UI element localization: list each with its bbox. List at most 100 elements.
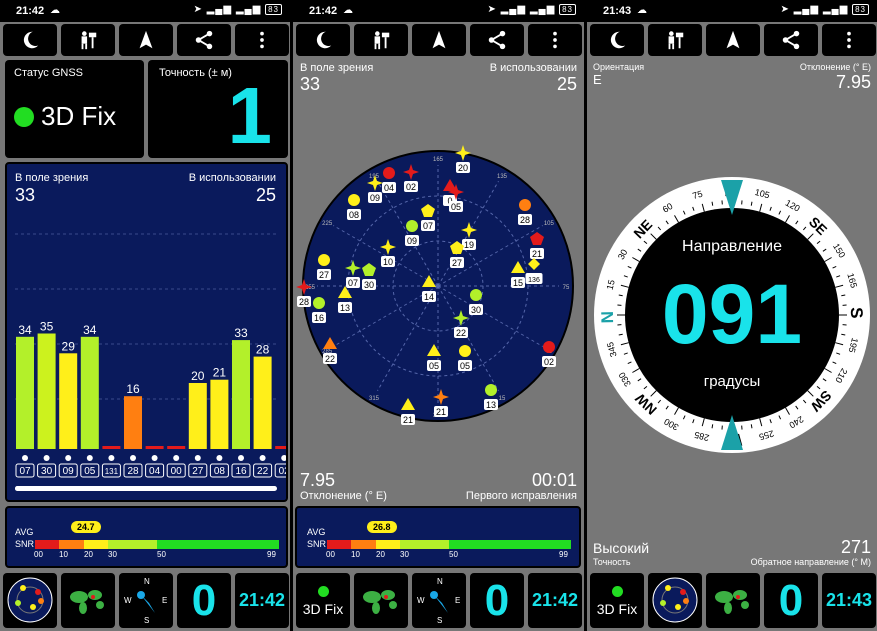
svg-text:N: N: [144, 577, 150, 586]
ttff-value: 00:01: [531, 470, 577, 490]
satellite-marker: [238, 455, 244, 461]
map-button[interactable]: [354, 573, 408, 628]
share-button[interactable]: [470, 24, 524, 56]
navigation-button[interactable]: [412, 24, 466, 56]
satellite-label: 13: [340, 303, 350, 313]
accuracy-label: Точность (± м): [159, 67, 232, 79]
fix-indicator-icon: [318, 586, 329, 597]
sky-view-button[interactable]: [3, 573, 57, 628]
signal-bar: [59, 353, 78, 449]
satellite-label: 07: [423, 221, 433, 231]
signal-bar-label: 28: [256, 343, 270, 357]
navigation-button[interactable]: [706, 24, 760, 56]
avg-snr-value: 24.7: [71, 521, 101, 533]
compass-mini-button[interactable]: N W E S: [412, 573, 466, 628]
toolbar: [293, 22, 584, 58]
share-button[interactable]: [764, 24, 818, 56]
share-icon: [195, 30, 213, 50]
share-button[interactable]: [177, 24, 231, 56]
status-time: 21:42: [16, 5, 45, 17]
map-button[interactable]: [61, 573, 115, 628]
satellite-marker: [108, 455, 115, 461]
gnss-status-label: Статус GNSS: [14, 67, 84, 79]
svg-text:E: E: [162, 596, 167, 605]
clock-button[interactable]: 21:42: [235, 573, 289, 628]
night-mode-button[interactable]: [590, 24, 644, 56]
location-info-button[interactable]: [354, 24, 408, 56]
toolbar: [587, 22, 877, 58]
satellite-label: 16: [314, 313, 324, 323]
satellite-marker: [281, 455, 286, 461]
avg-snr-value: 26.8: [367, 521, 397, 533]
night-mode-button[interactable]: [3, 24, 57, 56]
signal-bars-card: В поле зрения 33 В использовании 25 34 07…: [5, 162, 288, 502]
fix-status-button[interactable]: 3D Fix: [590, 573, 644, 628]
avg-label: AVG: [15, 527, 34, 537]
snr-tick: 50: [157, 550, 166, 559]
satellite-id: 22: [257, 466, 269, 477]
location-info-button[interactable]: [648, 24, 702, 56]
status-icons: ➤ ▂▄▆ ▂▄▆ 83: [487, 4, 576, 15]
gnss-status-card: Статус GNSS 3D Fix: [5, 60, 144, 158]
compass-tick: [750, 201, 753, 206]
satellites-count-button[interactable]: 0: [764, 573, 818, 628]
clock-button[interactable]: 21:43: [822, 573, 876, 628]
status-time: 21:43: [603, 5, 632, 17]
satellite-id: 08: [214, 466, 226, 477]
more-vertical-icon: [553, 31, 557, 49]
compass-mini-button[interactable]: N W E S: [119, 573, 173, 628]
accuracy-card: Точность (± м) 1: [148, 60, 288, 158]
satellite-id: 28: [127, 466, 139, 477]
clock-time: 21:42: [531, 590, 579, 610]
satellite-id: 02: [279, 466, 286, 477]
snr-tick: 20: [376, 550, 385, 559]
ttff-label: Первого исправления: [465, 490, 577, 502]
gnss-status-screen: 21:42 ☁ ➤ ▂▄▆ ▂▄▆ 83 Статус GNSS 3D Fix …: [0, 0, 290, 631]
toolbar: [0, 22, 290, 58]
compass-accuracy-value: Высокий: [593, 540, 650, 556]
satellite-marker: [151, 455, 158, 461]
sky-view-button[interactable]: [648, 573, 702, 628]
cloud-icon: ☁: [343, 5, 353, 16]
satellite-dot: [348, 194, 360, 206]
azimuth-tick-label: 165: [433, 157, 444, 163]
world-map-icon: [715, 590, 749, 614]
satellite-id: 00: [171, 466, 183, 477]
satellite-id: 30: [41, 466, 53, 477]
navigation-button[interactable]: [119, 24, 173, 56]
status-icons: ➤ ▂▄▆ ▂▄▆ 83: [780, 4, 869, 15]
clock-button[interactable]: 21:42: [528, 573, 582, 628]
navigation-arrow-icon: [432, 30, 446, 49]
compass-needle-icon: N W E S: [417, 577, 460, 625]
night-mode-button[interactable]: [296, 24, 350, 56]
orientation-value: E: [593, 72, 602, 87]
satellite-label: 19: [464, 240, 474, 250]
satellite-dot: [313, 297, 325, 309]
satellite-marker: [194, 455, 201, 461]
satellite-label: 07: [348, 278, 358, 288]
more-menu-button[interactable]: [235, 24, 289, 56]
snr-tick: 20: [84, 550, 93, 559]
satellites-count-button[interactable]: 0: [177, 573, 231, 628]
satellites-count-button[interactable]: 0: [470, 573, 524, 628]
person-sign-icon: [81, 31, 97, 50]
satellite-label: 02: [406, 182, 416, 192]
sky-plot[interactable]: 1351057545153453152852552251951652004020…: [293, 140, 584, 440]
satellite-label: 30: [471, 305, 481, 315]
satellite-label: 27: [319, 270, 329, 280]
satellite-marker: [216, 455, 223, 461]
map-button[interactable]: [706, 573, 760, 628]
declination-label: Отклонение (° E): [300, 490, 387, 502]
satellite-label: 05: [451, 202, 461, 212]
scroll-track[interactable]: [15, 486, 277, 491]
signal-bar-label: 29: [62, 339, 76, 353]
location-info-button[interactable]: [61, 24, 115, 56]
person-sign-icon: [668, 31, 684, 50]
fix-status-button[interactable]: 3D Fix: [296, 573, 350, 628]
more-menu-button[interactable]: [822, 24, 876, 56]
signal-bar: [145, 446, 164, 449]
more-menu-button[interactable]: [528, 24, 582, 56]
satellite-label: 09: [407, 236, 417, 246]
in-view-value: 33: [300, 74, 321, 94]
satellite-label: 136: [528, 277, 540, 284]
